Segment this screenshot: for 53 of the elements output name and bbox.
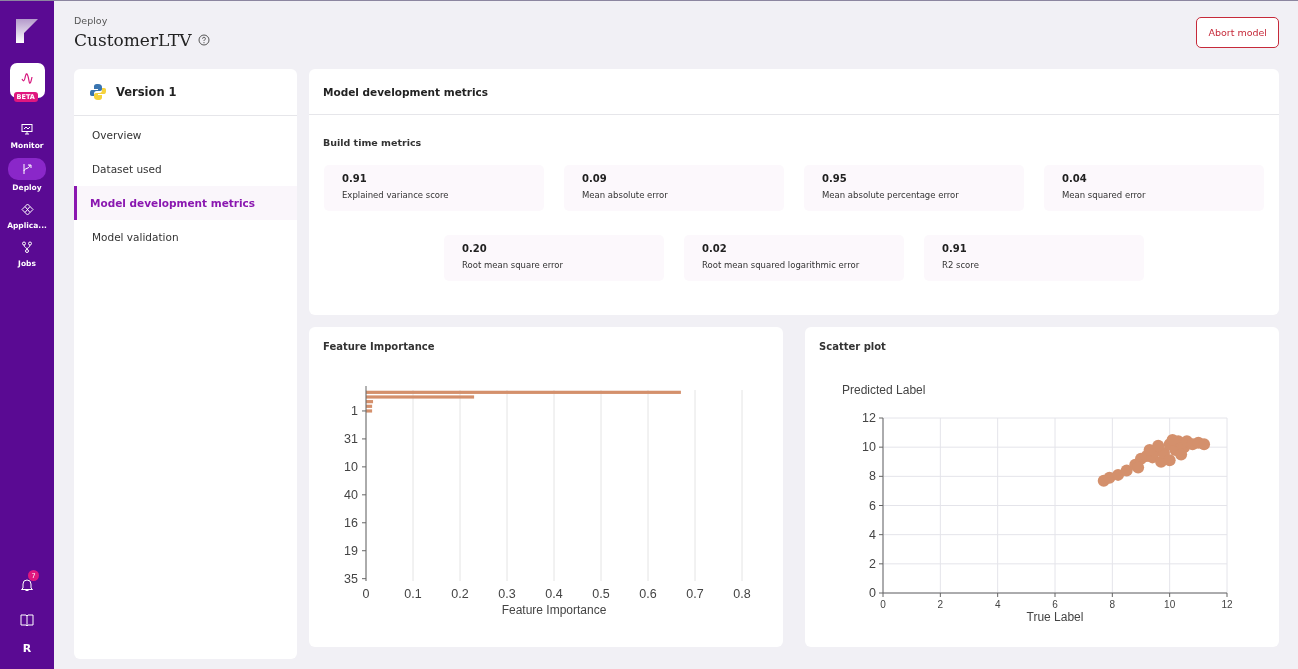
page-title: CustomerLTV bbox=[74, 30, 192, 50]
x-tick-label: 2 bbox=[937, 599, 944, 610]
y-axis-label: Predicted Label bbox=[842, 383, 926, 397]
x-tick-label: 0.3 bbox=[498, 587, 516, 601]
x-tick-label: 4 bbox=[994, 599, 1001, 610]
metric-label: Explained variance score bbox=[342, 190, 450, 200]
x-tick-label: 0 bbox=[880, 599, 886, 610]
y-tick-label: 19 bbox=[344, 543, 358, 558]
x-tick-label: 8 bbox=[1109, 599, 1116, 610]
card-title: Model development metrics bbox=[323, 85, 489, 98]
card-title: Feature Importance bbox=[323, 341, 436, 352]
section-title: Build time metrics bbox=[323, 137, 423, 148]
metric-label: R2 score bbox=[942, 260, 980, 270]
metric-label: Mean absolute percentage error bbox=[822, 190, 960, 200]
metric-label: Mean squared error bbox=[1062, 190, 1147, 200]
metric-value: 0.02 bbox=[702, 243, 728, 254]
x-axis-label: Feature Importance bbox=[501, 603, 607, 617]
y-tick-label: 10 bbox=[862, 440, 876, 455]
y-tick-label: 0 bbox=[869, 586, 876, 600]
x-tick-label: 10 bbox=[1164, 599, 1176, 610]
metric-value: 0.20 bbox=[462, 243, 488, 254]
x-tick-label: 0.2 bbox=[451, 587, 469, 601]
version-title: Version 1 bbox=[116, 85, 177, 99]
metric-value: 0.09 bbox=[582, 173, 608, 184]
metric-label: Root mean squared logarithmic error bbox=[702, 260, 861, 270]
y-tick-label: 1 bbox=[351, 403, 358, 418]
x-axis-label: True Label bbox=[1026, 610, 1084, 624]
y-tick-label: 35 bbox=[344, 571, 358, 586]
x-tick-label: 12 bbox=[1221, 599, 1233, 610]
y-tick-label: 40 bbox=[344, 487, 358, 502]
x-tick-label: 0.1 bbox=[404, 587, 422, 601]
x-tick-label: 6 bbox=[1052, 599, 1058, 610]
card-title: Scatter plot bbox=[819, 341, 887, 352]
y-tick-label: 10 bbox=[344, 459, 358, 474]
x-tick-label: 0 bbox=[362, 587, 370, 601]
y-tick-label: 16 bbox=[344, 515, 358, 530]
x-tick-label: 0.7 bbox=[686, 587, 704, 601]
x-tick-label: 0.5 bbox=[592, 587, 610, 601]
metric-value: 0.04 bbox=[1062, 173, 1088, 184]
y-tick-label: 31 bbox=[344, 431, 358, 446]
y-tick-label: 2 bbox=[869, 556, 876, 571]
y-tick-label: 6 bbox=[869, 498, 876, 513]
x-tick-label: 0.8 bbox=[733, 587, 751, 601]
y-tick-label: 4 bbox=[869, 527, 876, 542]
y-tick-label: 8 bbox=[869, 469, 876, 484]
metric-label: Root mean square error bbox=[462, 260, 564, 270]
metric-label: Mean absolute error bbox=[582, 190, 669, 200]
y-tick-label: 12 bbox=[862, 411, 876, 425]
metric-value: 0.91 bbox=[942, 243, 968, 254]
metric-value: 0.91 bbox=[342, 173, 368, 184]
x-tick-label: 0.4 bbox=[545, 587, 563, 601]
x-tick-label: 0.6 bbox=[639, 587, 657, 601]
metric-value: 0.95 bbox=[822, 173, 848, 184]
